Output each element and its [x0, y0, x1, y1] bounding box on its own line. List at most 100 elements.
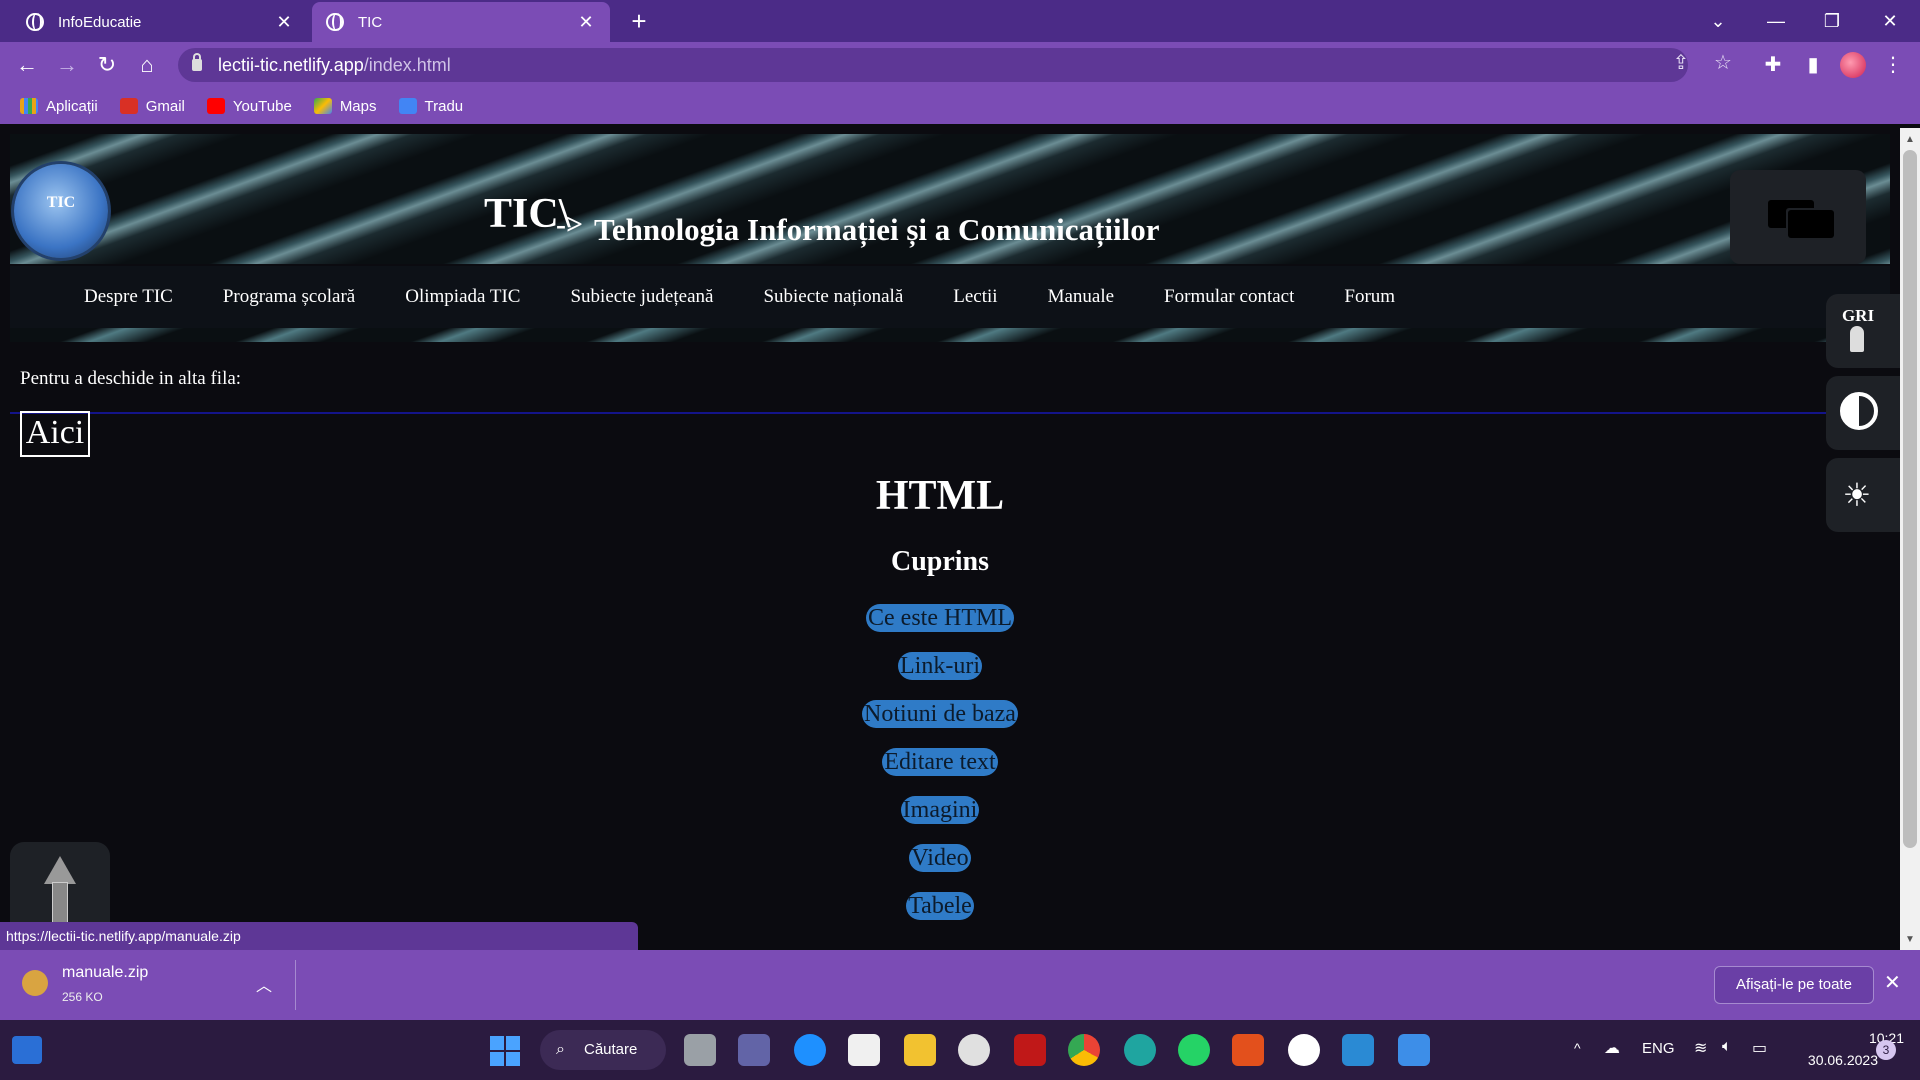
brightness-toggle[interactable]: ☀	[1826, 458, 1900, 532]
toc-link-tabele[interactable]: Tabele	[906, 892, 974, 920]
toc-link-editare-text[interactable]: Editare text	[882, 748, 998, 776]
banner-strip	[10, 328, 1890, 342]
taskbar-search[interactable]: ⌕ Căutare	[540, 1030, 666, 1070]
nav-despre-tic[interactable]: Despre TIC	[84, 286, 173, 308]
site-logo[interactable]: TIC	[14, 164, 108, 258]
menu-icon[interactable]: ⋮	[1878, 50, 1908, 80]
share-icon[interactable]: ⇪	[1666, 50, 1696, 75]
vscode-icon[interactable]	[1342, 1034, 1374, 1066]
edge-icon[interactable]	[1124, 1034, 1156, 1066]
divider	[10, 412, 1890, 414]
github-icon[interactable]	[1288, 1034, 1320, 1066]
nav-forum[interactable]: Forum	[1344, 286, 1395, 308]
logo-text: TIC	[46, 194, 76, 211]
bookmark-star-icon[interactable]: ☆	[1708, 50, 1738, 75]
minimize-button[interactable]: —	[1758, 6, 1794, 36]
nav-subiecte-judeteana[interactable]: Subiecte județeană	[570, 286, 713, 308]
office-icon[interactable]	[1232, 1034, 1264, 1066]
bookmark-tradu[interactable]: Tradu	[398, 98, 463, 115]
nav-subiecte-nationala[interactable]: Subiecte națională	[763, 286, 903, 308]
apps-grid-icon	[20, 98, 38, 114]
taskbar: ⌕ Căutare ^ ☁ ENG ≋ 🔈︎ ▭ 10:21 30.06.202…	[0, 1020, 1920, 1080]
nav-lectii[interactable]: Lectii	[953, 286, 997, 308]
intro-text: Pentru a deschide in alta fila:	[20, 368, 242, 389]
toc-link-notiuni-de-baza[interactable]: Notiuni de baza	[862, 700, 1018, 728]
restore-button[interactable]: ❐	[1814, 6, 1850, 36]
home-icon[interactable]: ⌂	[132, 50, 162, 80]
lock-icon	[192, 53, 202, 71]
grayscale-toggle[interactable]: GRI	[1826, 294, 1900, 368]
chrome-icon[interactable]	[1068, 1034, 1100, 1066]
forward-arrow-icon[interactable]: →	[52, 50, 82, 80]
teams-chat-icon[interactable]	[738, 1034, 770, 1066]
side-panel-icon[interactable]: ▮	[1798, 50, 1828, 80]
toc-link-ce-este-html[interactable]: Ce este HTML	[866, 604, 1014, 632]
tab-title: TIC	[358, 13, 383, 31]
get-help-icon[interactable]	[794, 1034, 826, 1066]
contrast-toggle[interactable]	[1826, 376, 1900, 450]
bookmarks-bar: Aplicații Gmail YouTube Maps Tradu	[0, 88, 1920, 124]
onedrive-warning-icon[interactable]: ☁	[1604, 1038, 1620, 1058]
up-arrow-icon	[44, 856, 76, 884]
youtube-icon	[206, 98, 225, 114]
file-explorer-icon[interactable]	[904, 1034, 936, 1066]
close-tab-icon[interactable]: ✕	[274, 12, 294, 33]
chat-button[interactable]	[1730, 170, 1866, 264]
table-of-contents: Ce este HTML Link-uri Notiuni de baza Ed…	[0, 604, 1880, 940]
nav-olimpiada-tic[interactable]: Olimpiada TIC	[405, 286, 520, 308]
toc-link-video[interactable]: Video	[909, 844, 971, 872]
photos-icon[interactable]	[1398, 1034, 1430, 1066]
tab-tic[interactable]: TIC ✕	[312, 2, 610, 42]
tab-search-icon[interactable]: ⌄	[1700, 6, 1736, 36]
task-view-icon[interactable]	[684, 1034, 716, 1066]
bookmark-youtube[interactable]: YouTube	[206, 98, 292, 115]
profile-avatar[interactable]	[1840, 52, 1866, 78]
url-path: /index.html	[363, 54, 451, 75]
gmail-icon	[119, 98, 138, 114]
address-bar[interactable]: lectii-tic.netlify.app/index.html	[178, 48, 1688, 82]
nav-formular-contact[interactable]: Formular contact	[1164, 286, 1294, 308]
scroll-down-icon[interactable]: ▼	[1905, 934, 1915, 945]
windows-start-icon[interactable]	[490, 1036, 520, 1066]
page-scrollbar[interactable]: ▲ ▼	[1900, 128, 1920, 950]
chevron-up-icon[interactable]: ︿	[256, 972, 272, 996]
nav-programa-scolara[interactable]: Programa școlară	[223, 286, 355, 308]
back-arrow-icon[interactable]: ←	[12, 50, 42, 80]
github-desktop-icon[interactable]	[958, 1034, 990, 1066]
aici-link[interactable]: Aici	[20, 411, 90, 457]
reload-icon[interactable]: ↻	[92, 50, 122, 80]
nav-manuale[interactable]: Manuale	[1048, 286, 1114, 308]
divider	[295, 960, 296, 1010]
close-window-button[interactable]: ✕	[1872, 6, 1908, 36]
search-icon: ⌕	[556, 1041, 565, 1058]
bookmark-maps[interactable]: Maps	[313, 98, 377, 115]
bookmark-gmail[interactable]: Gmail	[119, 98, 185, 115]
volume-icon[interactable]: 🔈︎	[1722, 1038, 1732, 1056]
new-tab-button[interactable]: +	[624, 6, 654, 37]
wifi-icon[interactable]: ≋	[1694, 1038, 1707, 1058]
close-shelf-icon[interactable]: ✕	[1884, 970, 1901, 995]
whatsapp-icon[interactable]	[1178, 1034, 1210, 1066]
browser-toolbar: ← → ↻ ⌂ lectii-tic.netlify.app/index.htm…	[0, 42, 1920, 88]
language-indicator[interactable]: ENG	[1642, 1040, 1675, 1057]
scroll-thumb[interactable]	[1903, 150, 1917, 848]
battery-icon[interactable]: ▭	[1752, 1038, 1767, 1058]
microsoft-store-icon[interactable]	[848, 1034, 880, 1066]
widgets-icon[interactable]	[12, 1036, 42, 1064]
bookmark-apps[interactable]: Aplicații	[20, 98, 98, 115]
scroll-up-icon[interactable]: ▲	[1905, 134, 1915, 145]
hidden-icons-chevron[interactable]: ^	[1574, 1040, 1581, 1056]
toc-link-link-uri[interactable]: Link-uri	[898, 652, 982, 680]
toc-link-imagini[interactable]: Imagini	[900, 796, 980, 824]
maps-icon	[313, 98, 332, 114]
notification-badge[interactable]: 3	[1876, 1040, 1896, 1060]
tab-infoeducatie[interactable]: InfoEducatie ✕	[12, 2, 308, 42]
contrast-icon	[1840, 392, 1878, 430]
show-all-downloads-button[interactable]: Afișați-le pe toate	[1714, 966, 1874, 1004]
download-file-name[interactable]: manuale.zip	[62, 964, 148, 982]
chat-bubble-icon	[1788, 210, 1834, 238]
close-tab-icon[interactable]: ✕	[576, 12, 596, 33]
extensions-icon[interactable]: ✚	[1758, 50, 1788, 80]
clock-date[interactable]: 30.06.2023	[1780, 1052, 1878, 1068]
mcafee-icon[interactable]	[1014, 1034, 1046, 1066]
